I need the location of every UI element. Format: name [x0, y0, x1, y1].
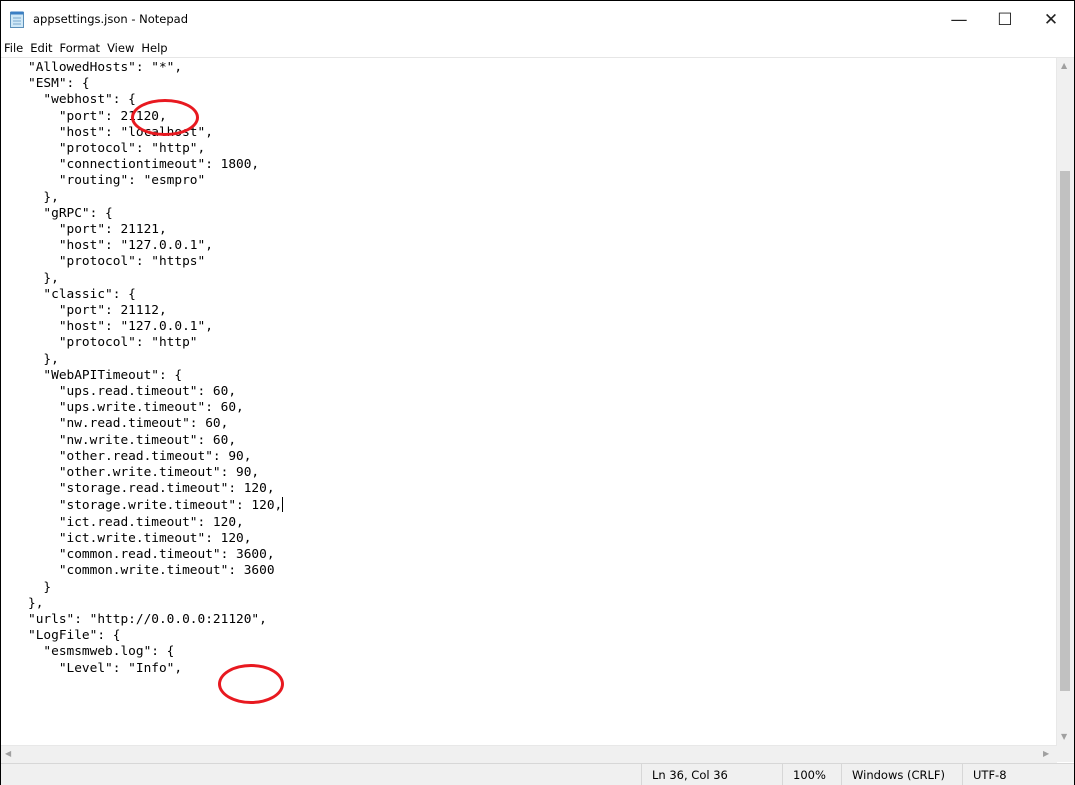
scroll-right-icon[interactable]: ▶ [1043, 749, 1049, 759]
maximize-icon: ☐ [997, 9, 1013, 30]
status-encoding: UTF-8 [962, 764, 1073, 785]
menu-edit[interactable]: Edit [27, 41, 56, 55]
menu-file[interactable]: File [1, 41, 27, 55]
status-position: Ln 36, Col 36 [641, 764, 792, 785]
webhost-port-highlight [131, 99, 199, 136]
line-ending: Windows (CRLF) [852, 767, 946, 782]
urls-port-highlight [218, 664, 284, 704]
editor: "AllowedHosts": "*", "ESM": { "webhost":… [1, 57, 1074, 763]
menu-view[interactable]: View [104, 41, 138, 55]
minimize-button[interactable]: — [936, 1, 982, 38]
menu-bar: File Edit Format View Help [1, 38, 1074, 57]
scroll-down-icon[interactable]: ▼ [1061, 732, 1067, 742]
maximize-button[interactable]: ☐ [982, 1, 1028, 38]
close-button[interactable]: ✕ [1028, 1, 1074, 38]
status-bar: Ln 36, Col 36 100% Windows (CRLF) UTF-8 [1, 763, 1074, 785]
scroll-up-icon[interactable]: ▲ [1061, 61, 1067, 71]
zoom-level: 100% [793, 767, 826, 782]
status-line-ending: Windows (CRLF) [841, 764, 962, 785]
menu-format[interactable]: Format [57, 41, 105, 55]
horizontal-scrollbar[interactable]: ◀ ▶ [1, 745, 1057, 763]
text-caret [282, 497, 284, 513]
status-zoom: 100% [782, 764, 841, 785]
scrollbar-corner [1057, 745, 1074, 762]
window-title: appsettings.json - Notepad [33, 12, 189, 26]
notepad-window: appsettings.json - Notepad — ☐ ✕ File Ed… [0, 0, 1075, 785]
text-after-caret: "ict.read.timeout": 120, "ict.write.time… [28, 514, 275, 676]
text-editor-area[interactable]: "AllowedHosts": "*", "ESM": { "webhost":… [1, 58, 1057, 745]
scroll-left-icon[interactable]: ◀ [5, 749, 11, 759]
vertical-scrollbar[interactable]: ▲ ▼ [1056, 58, 1074, 745]
menu-help[interactable]: Help [138, 41, 171, 55]
file-content: "AllowedHosts": "*", "ESM": { "webhost":… [28, 60, 284, 677]
notepad-icon [10, 11, 24, 28]
close-icon: ✕ [1043, 9, 1059, 30]
cursor-position: Ln 36, Col 36 [652, 767, 728, 782]
minimize-icon: — [950, 9, 968, 30]
vertical-scroll-thumb[interactable] [1060, 171, 1070, 691]
title-bar[interactable]: appsettings.json - Notepad — ☐ ✕ [1, 1, 1074, 38]
encoding: UTF-8 [973, 767, 1007, 782]
